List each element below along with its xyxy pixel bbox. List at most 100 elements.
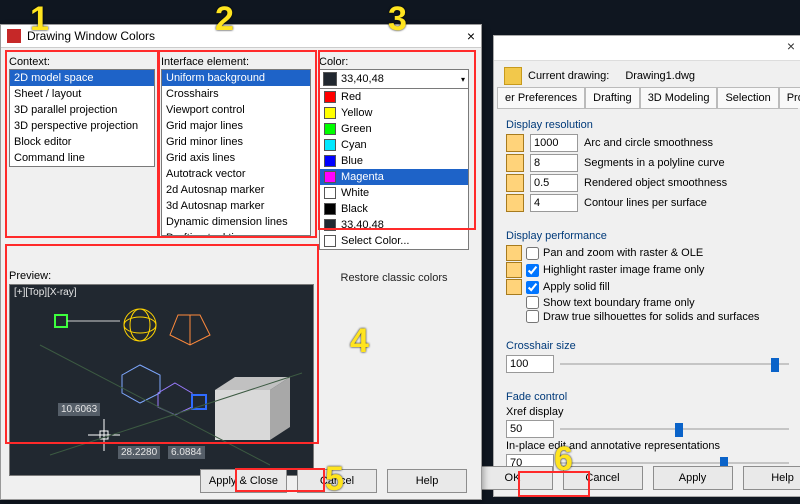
perf-checkbox[interactable] xyxy=(526,264,539,277)
color-list[interactable]: RedYellowGreenCyan Blue Magenta WhiteBlack3… xyxy=(319,89,469,250)
help-button[interactable]: Help xyxy=(387,469,467,493)
preview-label: Preview: xyxy=(9,270,51,282)
folder-icon xyxy=(506,134,524,152)
context-item[interactable]: 2D model space xyxy=(10,70,154,86)
disp-res-row: Contour lines per surface xyxy=(506,194,789,212)
perf-checkbox[interactable] xyxy=(526,281,539,294)
iface-item[interactable]: Drafting tool tip xyxy=(162,230,310,236)
disp-res-input[interactable] xyxy=(530,194,578,212)
autocad-icon xyxy=(7,29,21,43)
tab-3d-modeling[interactable]: 3D Modeling xyxy=(640,87,718,108)
dwc-button-row: Apply & Close Cancel Help xyxy=(1,469,481,493)
tab-selection[interactable]: Selection xyxy=(717,87,778,108)
color-name: Blue xyxy=(341,154,363,168)
color-item[interactable]: Cyan xyxy=(320,137,468,153)
folder-icon xyxy=(506,174,524,192)
color-item[interactable]: Blue xyxy=(320,153,468,169)
color-item[interactable]: White xyxy=(320,185,468,201)
crosshair-input[interactable] xyxy=(506,355,554,373)
current-drawing-row: Current drawing: Drawing1.dwg xyxy=(494,61,800,87)
color-swatch-icon xyxy=(324,171,336,183)
iface-item[interactable]: Autotrack vector xyxy=(162,166,310,182)
context-item[interactable]: 3D perspective projection xyxy=(10,118,154,134)
disp-res-label: Rendered object smoothness xyxy=(584,177,727,189)
perf-checkbox[interactable] xyxy=(526,296,539,309)
color-dropdown[interactable]: 33,40,48 ▾ xyxy=(319,69,469,89)
color-name: White xyxy=(341,186,369,200)
color-name: Magenta xyxy=(341,170,384,184)
iface-listbox[interactable]: Uniform backgroundCrosshairsViewport con… xyxy=(161,69,311,236)
context-item[interactable]: Sheet / layout xyxy=(10,86,154,102)
disp-res-label: Arc and circle smoothness xyxy=(584,137,713,149)
fade-control-title: Fade control xyxy=(506,391,789,403)
close-icon[interactable]: × xyxy=(787,38,795,54)
ok-button[interactable]: OK xyxy=(473,466,553,490)
restore-classic-colors[interactable]: Restore classic colors xyxy=(319,272,469,284)
folder-icon xyxy=(506,245,522,261)
disp-res-input[interactable] xyxy=(530,134,578,152)
disp-res-label: Contour lines per surface xyxy=(584,197,707,209)
iface-item[interactable]: Grid minor lines xyxy=(162,134,310,150)
display-performance-section: Display performance Pan and zoom with ra… xyxy=(500,226,795,330)
dwc-title-text: Drawing Window Colors xyxy=(27,29,155,43)
color-item[interactable]: Yellow xyxy=(320,105,468,121)
context-item[interactable]: Plot preview xyxy=(10,166,154,167)
iface-item[interactable]: Viewport control xyxy=(162,102,310,118)
folder-icon xyxy=(506,194,524,212)
perf-checkbox[interactable] xyxy=(526,310,539,323)
display-performance-title: Display performance xyxy=(506,230,789,242)
cancel-button[interactable]: Cancel xyxy=(563,466,643,490)
help-button[interactable]: Help xyxy=(743,466,800,490)
color-swatch-icon xyxy=(324,123,336,135)
iface-item[interactable]: Crosshairs xyxy=(162,86,310,102)
dim-a: 10.6063 xyxy=(58,403,100,416)
color-item[interactable]: Red xyxy=(320,89,468,105)
current-drawing-label: Current drawing: xyxy=(528,70,609,82)
color-swatch-icon xyxy=(324,139,336,151)
color-swatch-icon xyxy=(324,187,336,199)
apply-button[interactable]: Apply xyxy=(653,466,733,490)
color-item[interactable]: Green xyxy=(320,121,468,137)
folder-icon xyxy=(506,279,522,295)
xref-slider[interactable] xyxy=(560,421,789,437)
iface-item[interactable]: Grid major lines xyxy=(162,118,310,134)
context-item[interactable]: 3D parallel projection xyxy=(10,102,154,118)
dim-c: 6.0884 xyxy=(168,446,205,459)
color-swatch-icon xyxy=(324,155,336,167)
iface-item[interactable]: 2d Autosnap marker xyxy=(162,182,310,198)
color-item[interactable]: Black xyxy=(320,201,468,217)
disp-res-input[interactable] xyxy=(530,154,578,172)
color-name: Red xyxy=(341,90,361,104)
tab-profiles[interactable]: Profiles xyxy=(779,87,800,108)
iface-item[interactable]: Dynamic dimension lines xyxy=(162,214,310,230)
close-icon[interactable]: × xyxy=(467,28,475,44)
display-resolution-section: Display resolution Arc and circle smooth… xyxy=(500,115,795,220)
color-swatch-icon xyxy=(324,107,336,119)
inplace-label: In-place edit and annotative representat… xyxy=(506,440,789,452)
iface-item[interactable]: Uniform background xyxy=(162,70,310,86)
color-swatch-icon xyxy=(324,235,336,247)
color-item[interactable]: Select Color... xyxy=(320,233,468,249)
iface-item[interactable]: Grid axis lines xyxy=(162,150,310,166)
color-item[interactable]: Magenta xyxy=(320,169,468,185)
cancel-button[interactable]: Cancel xyxy=(297,469,377,493)
context-item[interactable]: Block editor xyxy=(10,134,154,150)
perf-check-label: Highlight raster image frame only xyxy=(543,264,704,276)
context-item[interactable]: Command line xyxy=(10,150,154,166)
color-item[interactable]: 33,40,48 xyxy=(320,217,468,233)
color-name: Cyan xyxy=(341,138,367,152)
perf-check: Pan and zoom with raster & OLE xyxy=(506,245,789,261)
iface-item[interactable]: 3d Autosnap marker xyxy=(162,198,310,214)
context-listbox[interactable]: 2D model spaceSheet / layout3D parallel … xyxy=(9,69,155,167)
crosshair-slider[interactable] xyxy=(560,356,789,372)
perf-check: Apply solid fill xyxy=(506,279,789,295)
xref-input[interactable] xyxy=(506,420,554,438)
interface-element-column: Interface element: Uniform backgroundCro… xyxy=(161,56,311,236)
preview-pane: [+][Top][X-ray] xyxy=(9,284,314,476)
tab-er-preferences[interactable]: er Preferences xyxy=(497,87,585,108)
perf-checkbox[interactable] xyxy=(526,247,539,260)
disp-res-input[interactable] xyxy=(530,174,578,192)
tab-drafting[interactable]: Drafting xyxy=(585,87,640,108)
apply-close-button[interactable]: Apply & Close xyxy=(200,469,287,493)
folder-icon xyxy=(506,262,522,278)
